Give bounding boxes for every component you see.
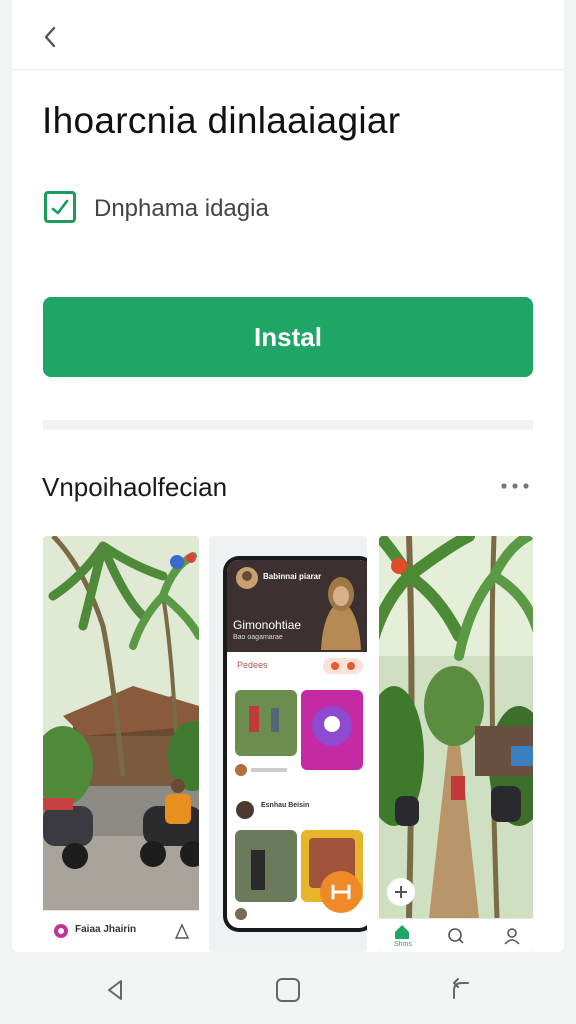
more-options-icon[interactable]	[498, 476, 534, 496]
village-street-image	[43, 536, 199, 910]
user-icon	[174, 923, 190, 939]
install-button-label: Instal	[254, 321, 322, 352]
avatar	[236, 567, 258, 589]
screenshots-section-title: Vnpoihaolfecian	[42, 472, 228, 502]
post-images	[235, 690, 363, 776]
phone-mockup: Babinnai piarar Gimonohtiae Bao oagamara…	[223, 556, 367, 932]
woman-portrait-image	[321, 577, 361, 650]
back-nav-button[interactable]	[103, 978, 127, 1002]
system-nav-bar	[0, 952, 576, 1024]
post-avatar	[236, 801, 254, 819]
recents-nav-button[interactable]	[448, 978, 472, 1002]
section-label: Pedees	[237, 660, 268, 670]
card-subtitle: Bao oagamarae	[233, 634, 283, 641]
screenshot-1-label: Faiaa Jhairin	[75, 924, 137, 935]
profile-icon	[504, 928, 520, 945]
phone-screen: Babinnai piarar Gimonohtiae Bao oagamara…	[227, 560, 367, 928]
screenshot-3-bottom-nav: Shms	[379, 918, 533, 952]
screenshot-2[interactable]: Babinnai piarar Gimonohtiae Bao oagamara…	[209, 536, 367, 952]
option-checkbox[interactable]	[44, 191, 76, 223]
home-icon	[395, 925, 409, 939]
action-pill-icon	[323, 658, 363, 674]
home-nav-button[interactable]	[275, 977, 301, 1003]
home-nav-label: Shms	[394, 941, 412, 948]
chevron-left-icon	[44, 26, 56, 48]
top-bar	[12, 0, 564, 70]
section-divider	[43, 420, 533, 430]
post-name: Esnhau Beisin	[261, 802, 310, 809]
app-detail-card: Ihoarcnia dinlaaiagiar Dnphama idagia In…	[12, 0, 564, 952]
screenshot-3[interactable]: Shms	[379, 536, 533, 952]
install-button[interactable]: Instal	[43, 297, 533, 377]
jungle-path-image	[379, 536, 533, 919]
fab-button[interactable]	[319, 870, 363, 914]
screenshot-1-footer: Faiaa Jhairin	[43, 910, 199, 952]
check-icon	[51, 199, 69, 215]
option-label: Dnphama idagia	[94, 195, 269, 222]
app-logo-icon	[54, 924, 68, 938]
page-title: Ihoarcnia dinlaaiagiar	[42, 100, 401, 141]
card-title: Gimonohtiae	[233, 618, 302, 632]
search-icon	[448, 928, 464, 944]
back-button[interactable]	[36, 22, 66, 52]
phone-header: Babinnai piarar Gimonohtiae Bao oagamara…	[227, 560, 367, 652]
screenshot-1[interactable]: Faiaa Jhairin	[43, 536, 199, 952]
